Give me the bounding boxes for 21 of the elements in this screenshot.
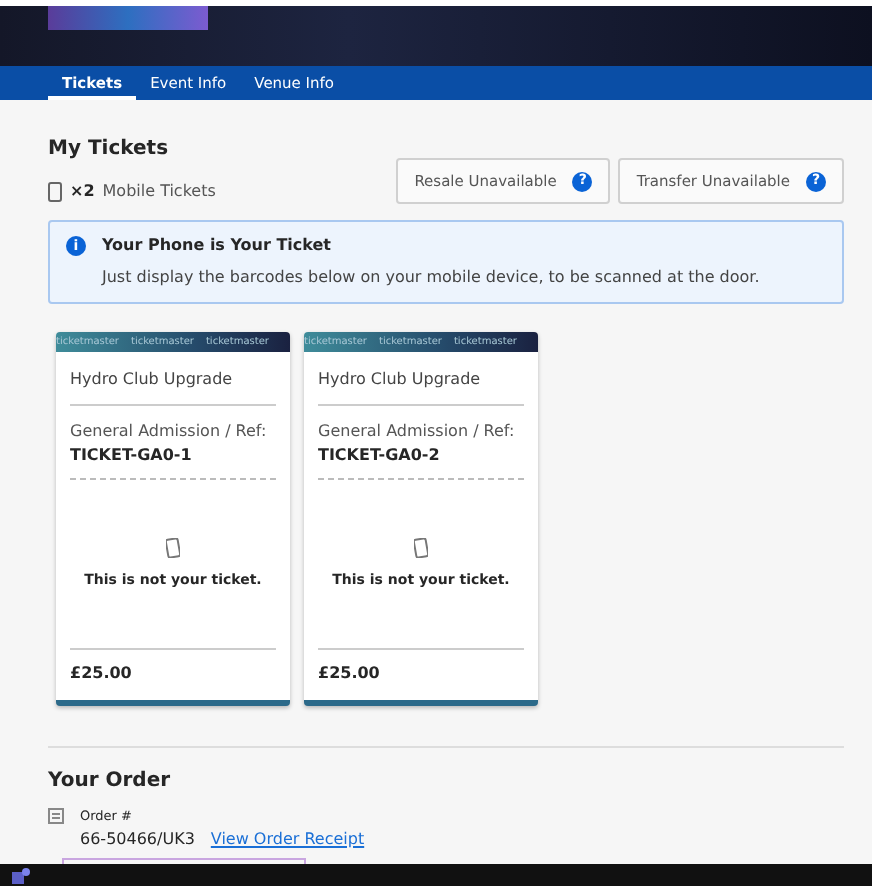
ticket-ref: TICKET-GA0-2 [318,444,442,468]
ticket-name: Hydro Club Upgrade [318,352,524,406]
info-title: Your Phone is Your Ticket [102,234,332,258]
section-title: My Tickets [48,136,171,164]
ticket-count: ×2 [70,180,95,204]
app-icon[interactable] [12,867,30,883]
section-title: Your Order [48,768,173,796]
order-number: 66-50466/UK3 [80,827,195,852]
ticket-name: Hydro Club Upgrade [70,352,276,406]
receipt-link[interactable]: View Order Receipt [210,827,365,852]
phone-icon [166,537,180,558]
ticket-price: £25.00 [70,648,276,700]
receipt-icon [48,808,64,824]
ticket-section: General Admission / Ref: [70,420,276,444]
ticket-price: £25.00 [318,648,524,700]
phone-icon [414,537,428,558]
ticket-section: General Admission / Ref: [318,420,524,444]
ticket-ref: TICKET-GA0-1 [70,444,194,468]
phone-icon [48,182,62,202]
ticket-count-label: Mobile Tickets [102,180,216,204]
info-text: Just display the barcodes below on your mobile device, to be scanned at the door. [102,266,762,290]
